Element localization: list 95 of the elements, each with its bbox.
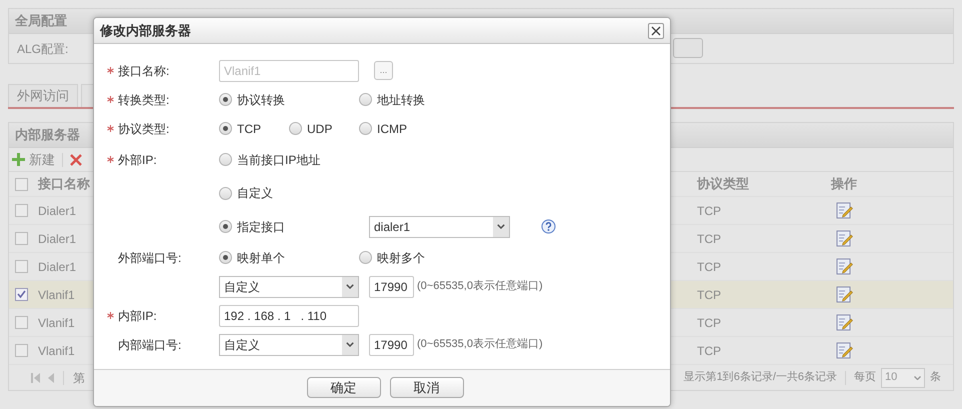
radio-button[interactable]: [289, 122, 302, 135]
column-header: 接口名称: [38, 176, 90, 192]
option-label: 指定接口: [237, 218, 285, 236]
option-label: TCP: [237, 120, 261, 138]
plus-icon[interactable]: [12, 153, 25, 166]
pagination-label: 条: [930, 370, 941, 386]
field-label: 外部端口号:: [118, 250, 182, 266]
radio-option[interactable]: UDP: [289, 120, 359, 138]
dialog-button[interactable]: 取消: [390, 377, 464, 398]
hint-text: (0~65535,0表示任意端口): [417, 337, 543, 352]
table-cell: TCP: [697, 204, 721, 218]
caret-icon: [497, 224, 505, 229]
checkbox[interactable]: [15, 288, 28, 301]
radio-option[interactable]: 指定接口: [219, 218, 369, 236]
caret-icon: [914, 376, 920, 380]
caret-icon: [346, 284, 354, 289]
help-icon[interactable]: [541, 219, 556, 234]
field-label: ALG配置:: [17, 40, 68, 58]
checkbox[interactable]: [15, 260, 28, 273]
field-label: 转换类型:: [118, 92, 170, 108]
ip-address-field[interactable]: 192 . 168 . 1 . 110: [219, 304, 359, 326]
checkbox[interactable]: [15, 232, 28, 245]
select-field[interactable]: 自定义: [219, 334, 359, 356]
edit-icon[interactable]: [836, 342, 853, 359]
radio-button[interactable]: [219, 153, 232, 166]
column-header: 操作: [831, 176, 857, 192]
checkbox[interactable]: [15, 204, 28, 217]
alg-button[interactable]: [673, 38, 703, 58]
checkbox[interactable]: [15, 316, 28, 329]
option-label: 地址转换: [377, 92, 425, 108]
table-cell: TCP: [697, 316, 721, 330]
radio-option[interactable]: 映射单个: [219, 248, 359, 266]
radio-button[interactable]: [359, 251, 372, 264]
column-header: 协议类型: [697, 176, 749, 192]
radio-option[interactable]: ICMP: [359, 120, 429, 138]
table-cell: TCP: [697, 260, 721, 274]
option-label: 映射单个: [237, 250, 285, 266]
pagination-label: 第: [73, 370, 85, 386]
radio-option[interactable]: 协议转换: [219, 90, 359, 108]
dialog-title: 修改内部服务器: [100, 22, 191, 40]
dialog-button[interactable]: 确定: [306, 377, 380, 398]
table-cell: Dialer1: [38, 232, 76, 246]
field-label: 协议类型:: [118, 120, 170, 138]
field-label: 接口名称:: [118, 62, 170, 80]
close-icon[interactable]: [70, 154, 82, 166]
radio-button[interactable]: [219, 122, 232, 135]
first-page-icon[interactable]: [31, 372, 41, 382]
table-cell: Dialer1: [38, 260, 76, 274]
option-label: 映射多个: [377, 250, 425, 266]
radio-option[interactable]: 自定义: [219, 184, 359, 202]
port-field[interactable]: 17990: [369, 334, 414, 356]
pagination-label: 每页: [854, 370, 876, 386]
option-label: ICMP: [377, 120, 407, 138]
field-label: 外部IP:: [118, 152, 157, 168]
pagination-summary: 显示第1到6条记录/一共6条记录: [684, 370, 837, 386]
field-label: 内部IP:: [118, 308, 157, 324]
radio-button[interactable]: [359, 122, 372, 135]
radio-button[interactable]: [219, 220, 232, 233]
table-cell: Vlanif1: [38, 344, 75, 358]
table-cell: TCP: [697, 288, 721, 302]
port-field[interactable]: 17990: [369, 276, 414, 298]
radio-option[interactable]: 当前接口IP地址: [219, 150, 359, 168]
edit-icon[interactable]: [836, 258, 853, 275]
edit-icon[interactable]: [836, 230, 853, 247]
table-cell: Dialer1: [38, 204, 76, 218]
table-cell: Vlanif1: [38, 316, 75, 330]
caret-icon: [346, 342, 354, 347]
close-button[interactable]: [648, 22, 664, 38]
option-label: UDP: [307, 120, 332, 138]
radio-button[interactable]: [219, 251, 232, 264]
previous-page-icon[interactable]: [47, 372, 54, 382]
table-cell: TCP: [697, 232, 721, 246]
radio-option[interactable]: 映射多个: [359, 248, 499, 266]
select-field[interactable]: 自定义: [219, 276, 359, 298]
checkbox[interactable]: [15, 344, 28, 357]
panel-title: 内部服务器: [15, 126, 80, 144]
edit-icon[interactable]: [836, 314, 853, 331]
close-icon: [651, 26, 661, 36]
option-label: 当前接口IP地址: [237, 152, 320, 168]
radio-button[interactable]: [359, 93, 372, 106]
radio-option[interactable]: TCP: [219, 120, 289, 138]
checkbox[interactable]: [15, 178, 28, 190]
field-label: 内部端口号:: [118, 336, 182, 354]
option-label: 自定义: [237, 185, 273, 202]
hint-text: (0~65535,0表示任意端口): [417, 279, 543, 294]
panel-title: 全局配置: [15, 12, 67, 30]
edit-icon[interactable]: [836, 202, 853, 219]
table-cell: TCP: [697, 344, 721, 358]
table-cell: Vlanif1: [38, 288, 75, 302]
option-label: 协议转换: [237, 92, 285, 108]
radio-button[interactable]: [219, 186, 232, 200]
select-field[interactable]: dialer1: [369, 216, 510, 238]
edit-icon[interactable]: [836, 286, 853, 303]
radio-option[interactable]: 地址转换: [359, 90, 499, 108]
radio-button[interactable]: [219, 93, 232, 106]
